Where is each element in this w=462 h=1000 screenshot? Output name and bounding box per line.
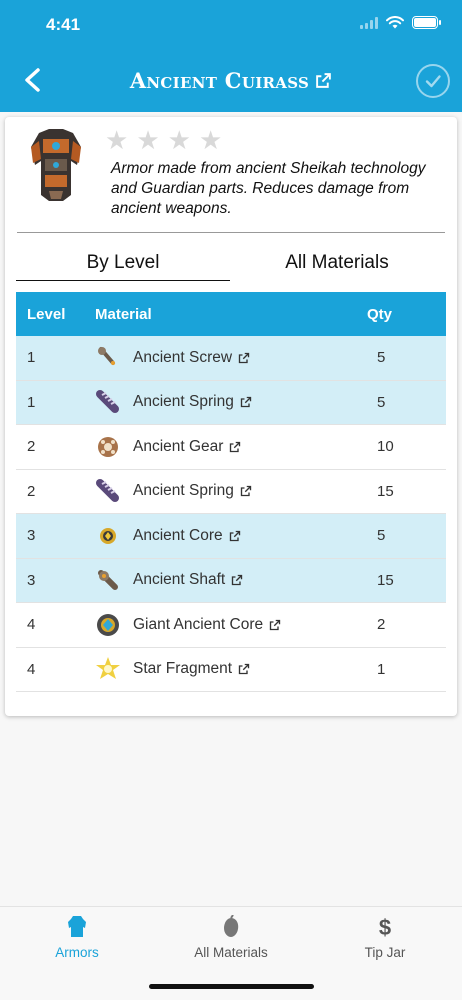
material-name: Ancient Screw [133,348,233,366]
row-qty: 5 [377,527,386,545]
row-material[interactable]: Ancient Screw [95,345,367,371]
row-qty: 5 [377,349,386,367]
row-qty: 1 [377,660,386,678]
page-title-text: Ancient Cuirass [129,68,310,93]
header-level: Level [27,305,66,323]
material-name: Ancient Shaft [133,571,226,589]
table-row[interactable]: 1 Ancient Screw 5 [16,336,446,381]
star-icon[interactable]: ★ [168,127,191,153]
row-material[interactable]: Ancient Gear [95,434,367,460]
star-icon[interactable]: ★ [199,127,222,153]
external-link-icon [240,486,251,497]
status-time: 4:41 [46,15,81,34]
header-qty: Qty [367,305,393,323]
row-level: 4 [27,616,36,634]
external-link-icon [238,352,250,363]
status-icons [360,16,441,29]
header-material: Material [95,305,152,323]
row-level: 3 [27,527,36,545]
material-name: Ancient Core [133,526,223,544]
row-material[interactable]: Ancient Shaft [95,567,367,593]
material-icon [224,915,239,937]
screw-icon [98,346,115,365]
tab-all-materials[interactable]: All Materials [230,245,444,281]
page-title[interactable]: Ancient Cuirass [0,68,462,93]
table-row[interactable]: 4 Star Fragment 1 [16,648,446,692]
star-fragment-icon [96,657,120,680]
tabbar-label: Armors [55,945,99,960]
table-header: Level Material Qty [16,292,446,336]
row-material[interactable]: Ancient Core [95,523,367,549]
dollar-icon: $ [379,915,391,939]
tabbar-tip-jar[interactable]: $ Tip Jar [308,915,462,960]
battery-icon [412,16,441,29]
row-level: 3 [27,571,36,589]
row-level: 4 [27,660,36,678]
external-link-icon [240,397,251,408]
tabbar-all-materials[interactable]: All Materials [154,915,308,960]
tabbar-armors[interactable]: Armors [0,915,154,960]
row-material[interactable]: Ancient Spring [95,389,367,415]
home-indicator [149,984,314,989]
spring-icon [96,479,119,503]
row-material[interactable]: Ancient Spring [95,478,367,504]
detail-card: ★ ★ ★ ★ Armor made from ancient Sheikah … [5,117,457,716]
check-button[interactable] [416,64,450,98]
material-name: Ancient Spring [133,482,234,500]
tabbar-label: Tip Jar [364,945,406,960]
external-link-icon [269,619,281,630]
armor-icon [68,916,86,937]
table-row[interactable]: 3 Ancient Core 5 [16,514,446,559]
wifi-icon [386,16,404,29]
signal-icon [360,16,378,29]
material-name: Ancient Gear [133,437,224,455]
row-qty: 15 [377,571,394,589]
tabbar-label: All Materials [194,945,268,960]
checkmark-icon [425,75,441,88]
external-link-icon [316,73,331,88]
row-qty: 15 [377,482,394,500]
row-qty: 10 [377,438,394,456]
spring-icon [96,390,119,414]
nav-header: 4:41 Ancient Cuirass [0,0,462,112]
material-name: Ancient Spring [133,393,234,411]
shaft-icon [98,570,118,591]
giant-core-icon [97,613,119,636]
armor-image [31,129,81,201]
row-qty: 5 [377,393,386,411]
materials-table: Level Material Qty 1 Ancient Screw 5 1 Ancie… [16,292,446,692]
svg-text:$: $ [379,915,391,939]
external-link-icon [238,664,250,675]
gear-icon [98,436,118,457]
row-qty: 2 [377,616,386,634]
material-name: Star Fragment [133,660,233,678]
tab-by-level[interactable]: By Level [16,245,230,281]
row-level: 2 [27,438,36,456]
external-link-icon [230,441,241,452]
core-icon [100,527,116,544]
row-level: 2 [27,482,36,500]
table-row[interactable]: 2 Ancient Spring 15 [16,470,446,514]
row-material[interactable]: Giant Ancient Core [95,612,367,638]
row-level: 1 [27,393,36,411]
external-link-icon [229,530,240,541]
item-description: Armor made from ancient Sheikah technolo… [111,160,426,217]
material-name: Giant Ancient Core [133,615,264,633]
divider [17,232,445,233]
star-icon[interactable]: ★ [136,127,159,153]
external-link-icon [232,575,243,586]
row-material[interactable]: Star Fragment [95,656,367,682]
row-level: 1 [27,349,36,367]
table-row[interactable]: 3 Ancient Shaft 15 [16,558,446,603]
table-row[interactable]: 2 Ancient Gear 10 [16,425,446,470]
rating-stars[interactable]: ★ ★ ★ ★ [105,127,222,153]
table-row[interactable]: 4 Giant Ancient Core 2 [16,603,446,648]
star-icon[interactable]: ★ [105,127,128,153]
table-row[interactable]: 1 Ancient Spring 5 [16,380,446,425]
